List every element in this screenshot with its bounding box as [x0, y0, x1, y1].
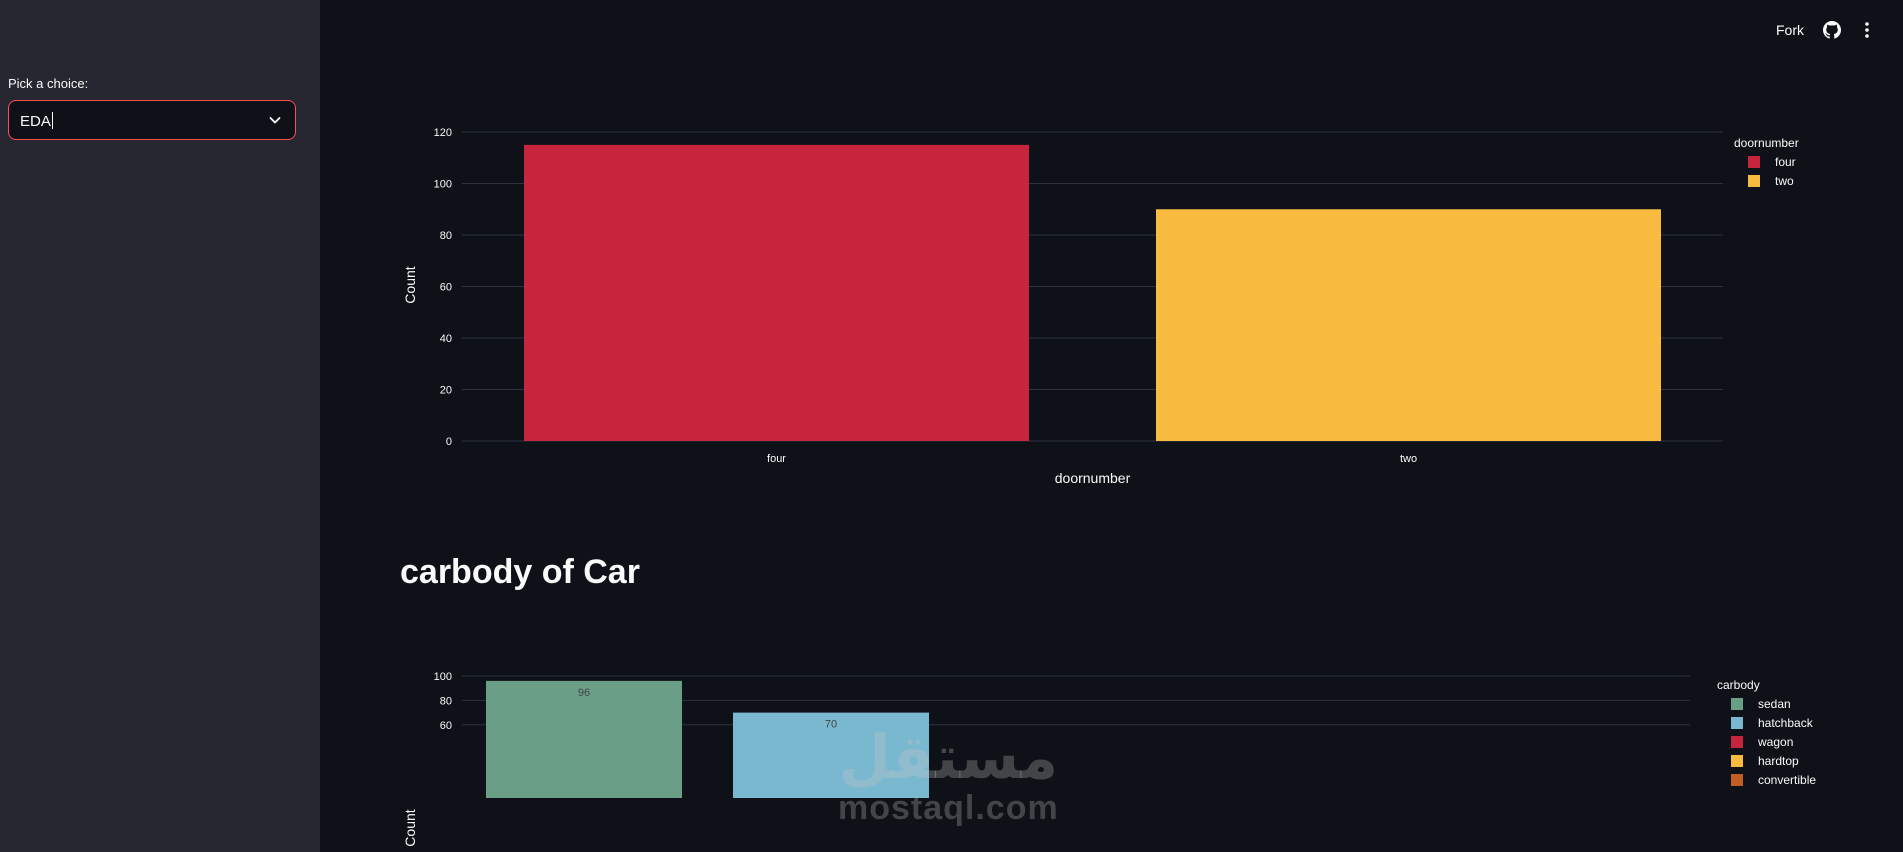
legend-title: doornumber	[1734, 136, 1799, 150]
legend-swatch-hardtop	[1731, 755, 1743, 767]
legend-label-sedan: sedan	[1758, 697, 1791, 711]
text-caret	[51, 112, 53, 129]
legend-swatch-convertible	[1731, 774, 1743, 786]
watermark-logo: مستقل mostaql.com	[838, 726, 1059, 826]
select-label: Pick a choice:	[8, 76, 89, 91]
y-tick-label: 40	[440, 333, 452, 345]
x-tick-label: two	[1400, 453, 1417, 465]
watermark-latin: mostaql.com	[838, 789, 1059, 827]
kebab-menu-icon[interactable]	[1857, 20, 1877, 40]
legend-label-four: four	[1775, 155, 1796, 169]
x-tick-label: four	[767, 453, 786, 465]
bar-value-label: 70	[825, 719, 837, 731]
y-tick-label: 80	[440, 230, 452, 242]
legend-title: carbody	[1717, 678, 1760, 692]
y-tick-label: 20	[440, 385, 452, 397]
legend-swatch-four	[1748, 156, 1760, 168]
y-axis-title: Count	[402, 266, 418, 303]
watermark-arabic: مستقل	[838, 723, 1059, 793]
legend-swatch-sedan	[1731, 698, 1743, 710]
x-axis-title: doornumber	[1055, 470, 1131, 486]
github-icon[interactable]	[1823, 21, 1841, 39]
bar-two	[1156, 209, 1661, 441]
legend-label-two: two	[1775, 174, 1794, 188]
sidebar: Pick a choice: EDA	[0, 0, 320, 852]
legend-swatch-hatchback	[1731, 717, 1743, 729]
legend-label-convertible: convertible	[1758, 773, 1816, 787]
bar-value-label: 96	[578, 687, 590, 699]
y-tick-label: 120	[434, 127, 452, 139]
y-tick-label: 100	[434, 671, 452, 683]
y-tick-label: 0	[446, 436, 452, 448]
legend-label-wagon: wagon	[1757, 735, 1793, 749]
y-tick-label: 60	[440, 282, 452, 294]
legend-label-hardtop: hardtop	[1758, 754, 1799, 768]
bar-four	[524, 144, 1029, 441]
chevron-down-icon[interactable]	[267, 112, 283, 128]
choice-select[interactable]: EDA	[8, 100, 296, 140]
fork-button[interactable]: Fork	[1776, 22, 1804, 38]
doornumber-bar-chart: 0 20 40 60 80 100 120 four two doornumber Count doo…	[402, 127, 1799, 486]
y-tick-label: 80	[440, 695, 452, 707]
legend-label-hatchback: hatchback	[1758, 716, 1814, 730]
carbody-bar-chart: 60 80 100 96 70 Count carbody sedan hatchback wag…	[402, 671, 1816, 847]
legend-swatch-two	[1748, 175, 1760, 187]
y-tick-label: 60	[440, 720, 452, 732]
y-axis-title: Count	[402, 809, 418, 846]
select-value[interactable]: EDA	[20, 112, 53, 130]
section-title: carbody of Car	[400, 553, 640, 591]
y-tick-label: 100	[434, 179, 452, 191]
legend-swatch-wagon	[1731, 736, 1743, 748]
